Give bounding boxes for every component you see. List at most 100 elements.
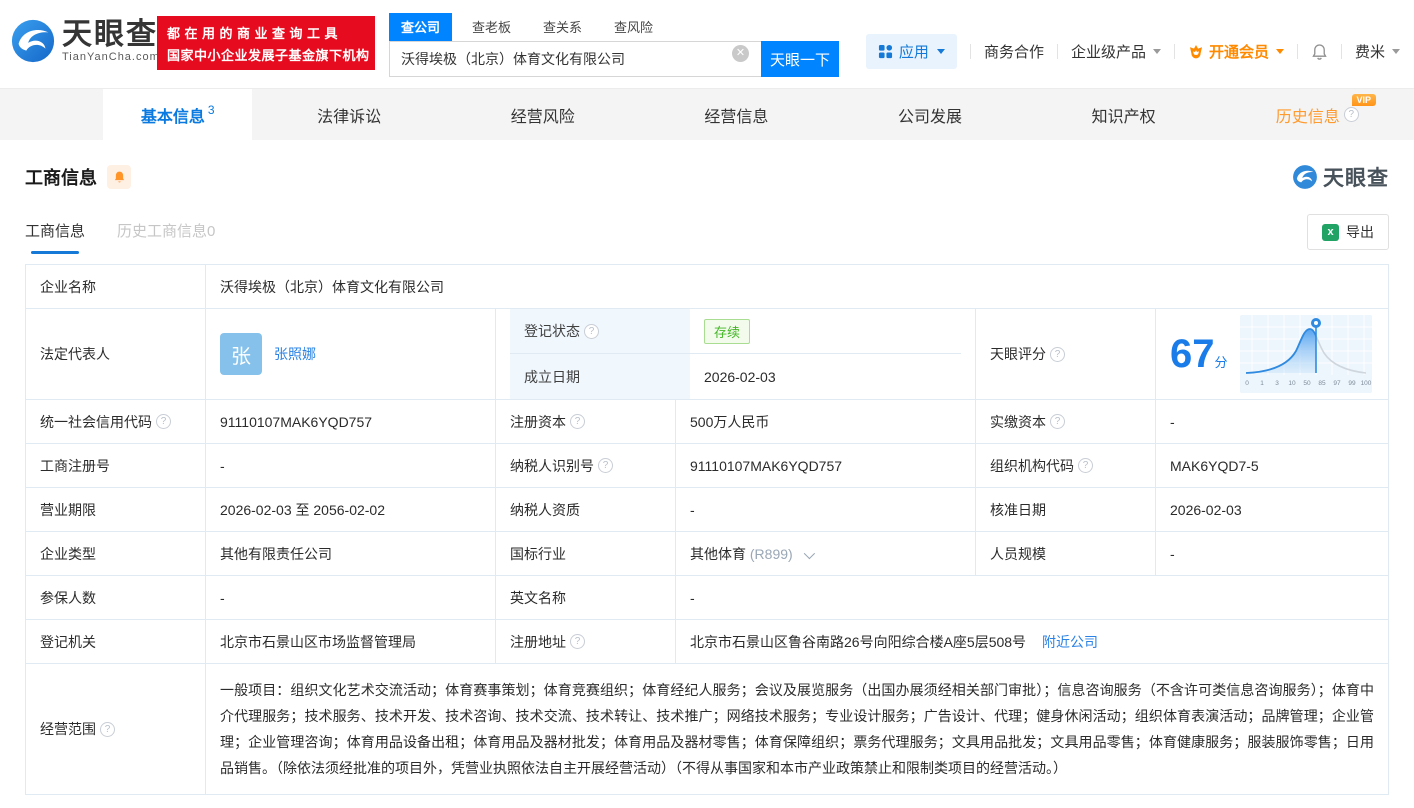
field-taxpayer-qualification-label: 纳税人资质 xyxy=(496,488,676,532)
avatar[interactable]: 张 xyxy=(220,333,262,375)
status-badge: 存续 xyxy=(704,319,750,344)
search-tab-company[interactable]: 查公司 xyxy=(389,13,452,41)
tianyancha-logo-icon xyxy=(10,18,56,64)
subscribe-bell-button[interactable] xyxy=(107,165,131,189)
bell-icon xyxy=(1311,43,1328,61)
field-credit-code-label: 统一社会信用代码? xyxy=(26,400,206,444)
bell-icon xyxy=(113,170,126,184)
table-row: 登记机关 北京市石景山区市场监督管理局 注册地址? 北京市石景山区鲁谷南路26号… xyxy=(26,620,1389,664)
field-registered-capital-value: 500万人民币 xyxy=(676,400,976,444)
tab-intellectual-property[interactable]: 知识产权 xyxy=(1027,89,1221,140)
reg-status-text: 登记状态 xyxy=(524,321,580,341)
field-registered-address-label: 注册地址? xyxy=(496,620,676,664)
help-icon[interactable]: ? xyxy=(1050,414,1065,429)
help-icon[interactable]: ? xyxy=(1050,347,1065,362)
chevron-down-icon[interactable] xyxy=(803,547,814,558)
crown-icon xyxy=(1188,44,1204,60)
top-nav: 应用 商务合作 企业级产品 开通会员 费米 xyxy=(866,34,1400,69)
tab-basic-info-count: 3 xyxy=(208,103,215,117)
tab-company-development[interactable]: 公司发展 xyxy=(833,89,1027,140)
subtab-history-business-info[interactable]: 历史工商信息0 xyxy=(117,220,215,254)
field-establish-date-label: 成立日期 xyxy=(510,354,690,399)
score-distribution-chart[interactable]: 0 1 3 10 50 85 97 99 100 xyxy=(1240,315,1372,393)
clear-search-icon[interactable]: ✕ xyxy=(732,45,749,62)
nav-enterprise-products[interactable]: 企业级产品 xyxy=(1071,41,1161,62)
help-icon[interactable]: ? xyxy=(1344,107,1359,122)
nav-open-vip[interactable]: 开通会员 xyxy=(1188,41,1284,62)
divider xyxy=(1341,44,1342,59)
field-reg-number-label: 工商注册号 xyxy=(26,444,206,488)
apps-grid-icon xyxy=(878,44,893,59)
field-registered-capital-label: 注册资本? xyxy=(496,400,676,444)
nav-business-cooperation[interactable]: 商务合作 xyxy=(984,41,1044,62)
vip-badge: VIP xyxy=(1352,94,1377,106)
chevron-down-icon xyxy=(937,49,945,54)
notification-bell-button[interactable] xyxy=(1311,43,1328,61)
tab-history-info[interactable]: VIP 历史信息 ? xyxy=(1220,89,1414,140)
tianyancha-watermark-icon xyxy=(1292,164,1318,190)
field-credit-code-value: 91110107MAK6YQD757 xyxy=(206,400,496,444)
brand-name: 天眼查 xyxy=(62,20,160,50)
score-axis-ticks: 0 1 3 10 50 85 97 99 100 xyxy=(1245,380,1372,387)
field-business-term-label: 营业期限 xyxy=(26,488,206,532)
search-area: 查公司 查老板 查关系 查风险 天眼一下 ✕ xyxy=(389,13,839,77)
user-menu[interactable]: 费米 xyxy=(1355,41,1400,62)
export-button[interactable]: x 导出 xyxy=(1307,214,1389,250)
field-establish-date-value: 2026-02-03 xyxy=(690,354,961,399)
svg-text:97: 97 xyxy=(1333,380,1341,387)
section-title: 工商信息 xyxy=(25,164,97,190)
table-row: 法定代表人 张 张照娜 登记状态 ? 存续 成立日期 2026- xyxy=(26,309,1389,400)
tab-history-info-label: 历史信息 xyxy=(1276,103,1340,127)
help-icon[interactable]: ? xyxy=(156,414,171,429)
field-business-scope-label: 经营范围? xyxy=(26,664,206,795)
field-registered-address-value: 北京市石景山区鲁谷南路26号向阳综合楼A座5层508号 附近公司 xyxy=(676,620,1389,664)
search-tabs: 查公司 查老板 查关系 查风险 xyxy=(389,13,839,41)
field-org-code-value: MAK6YQD7-5 xyxy=(1156,444,1389,488)
nearby-companies-link[interactable]: 附近公司 xyxy=(1042,634,1098,650)
divider xyxy=(1297,44,1298,59)
search-tab-relation[interactable]: 查关系 xyxy=(531,13,594,41)
table-row: 营业期限 2026-02-03 至 2056-02-02 纳税人资质 - 核准日… xyxy=(26,488,1389,532)
field-reg-status-value: 存续 xyxy=(690,309,961,354)
enterprise-label: 企业级产品 xyxy=(1071,41,1146,62)
help-icon[interactable]: ? xyxy=(570,634,585,649)
tab-basic-info-label: 基本信息 xyxy=(141,103,205,127)
field-staff-size-label: 人员规模 xyxy=(976,532,1156,576)
field-business-term-value: 2026-02-03 至 2056-02-02 xyxy=(206,488,496,532)
tab-operation-info[interactable]: 经营信息 xyxy=(640,89,834,140)
status-date-subtable: 登记状态 ? 存续 成立日期 2026-02-03 xyxy=(496,309,976,400)
field-company-name-label: 企业名称 xyxy=(26,265,206,309)
field-industry-value[interactable]: 其他体育 (R899) xyxy=(676,532,976,576)
brand-domain: TianYanCha.com xyxy=(62,51,160,63)
field-business-scope-value: 一般项目：组织文化艺术交流活动；体育赛事策划；体育竞赛组织；体育经纪人服务；会议… xyxy=(206,664,1389,795)
tianyancha-logo[interactable]: 天眼查 TianYanCha.com xyxy=(10,18,160,64)
help-icon[interactable]: ? xyxy=(570,414,585,429)
help-icon[interactable]: ? xyxy=(100,722,115,737)
watermark-text: 天眼查 xyxy=(1323,162,1389,192)
top-header: 天眼查 TianYanCha.com 都在用的商业查询工具 国家中小企业发展子基… xyxy=(0,0,1414,88)
field-legal-rep-label: 法定代表人 xyxy=(26,309,206,400)
legal-rep-link[interactable]: 张照娜 xyxy=(274,344,316,364)
field-industry-label: 国标行业 xyxy=(496,532,676,576)
tab-legal-litigation[interactable]: 法律诉讼 xyxy=(252,89,446,140)
divider xyxy=(1057,44,1058,59)
search-tab-boss[interactable]: 查老板 xyxy=(460,13,523,41)
search-tab-risk[interactable]: 查风险 xyxy=(602,13,665,41)
help-icon[interactable]: ? xyxy=(584,324,599,339)
tab-basic-info[interactable]: 基本信息 3 xyxy=(103,89,252,140)
apps-menu-button[interactable]: 应用 xyxy=(866,34,957,69)
chevron-down-icon xyxy=(1153,49,1161,54)
help-icon[interactable]: ? xyxy=(1078,458,1093,473)
subtab-business-info[interactable]: 工商信息 xyxy=(25,220,85,254)
score-unit: 分 xyxy=(1215,355,1228,370)
tab-operation-risk[interactable]: 经营风险 xyxy=(446,89,640,140)
tianyancha-watermark: 天眼查 xyxy=(1292,162,1389,192)
table-row: 企业类型 其他有限责任公司 国标行业 其他体育 (R899) 人员规模 - xyxy=(26,532,1389,576)
search-button[interactable]: 天眼一下 xyxy=(761,41,839,77)
excel-icon: x xyxy=(1322,224,1339,241)
score-number: 67 xyxy=(1170,332,1215,376)
slogan-line1: 都在用的商业查询工具 xyxy=(167,23,365,42)
search-input[interactable] xyxy=(389,41,761,77)
help-icon[interactable]: ? xyxy=(598,458,613,473)
chevron-down-icon xyxy=(1276,49,1284,54)
